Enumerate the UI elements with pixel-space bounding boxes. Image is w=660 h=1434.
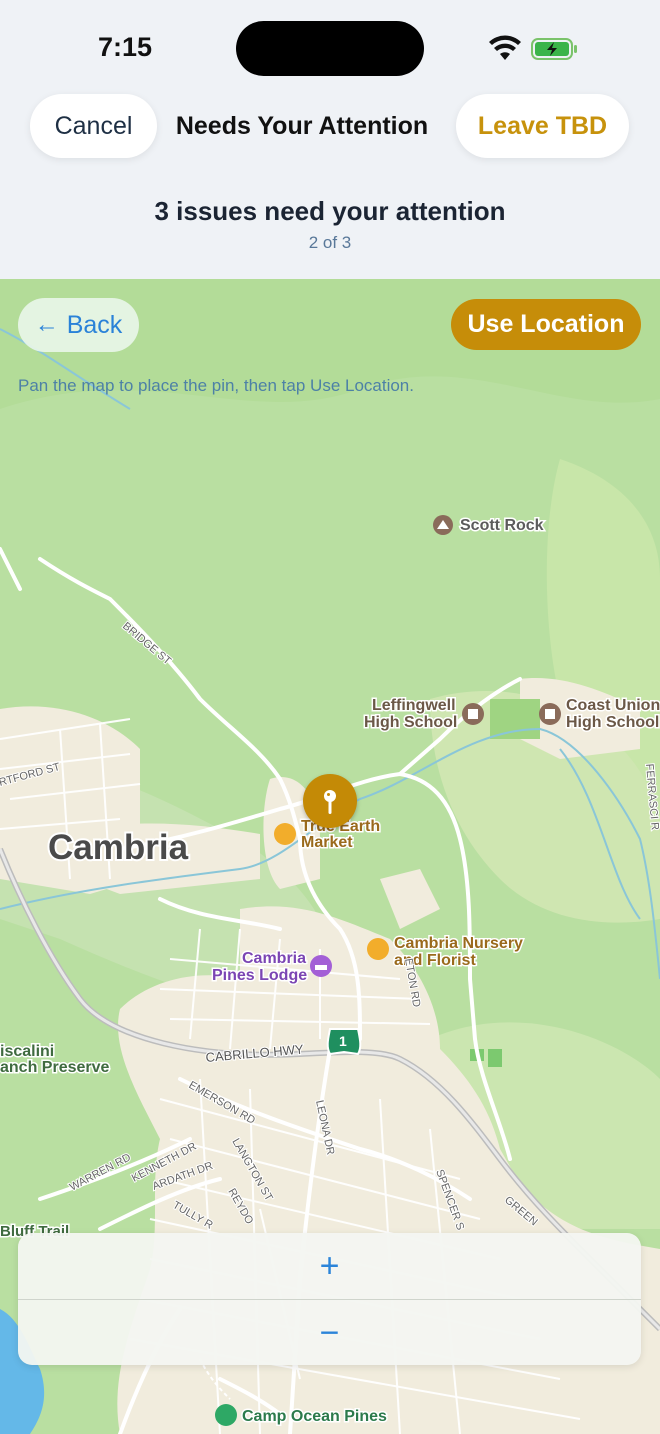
poi-label: Cambria Nursery [394,935,523,952]
status-time: 7:15 [98,32,153,62]
dynamic-island [236,21,424,76]
poi-label: High School [566,714,659,731]
issues-summary: 3 issues need your attention [154,196,506,226]
poi-label: Market [301,834,353,851]
navigation-bar: Cancel Needs Your Attention Leave TBD [0,90,660,165]
poi-label: Scott Rock [460,517,544,534]
back-label: Back [66,310,123,339]
school-icon-glyph [468,709,478,719]
town-label: Cambria [48,828,189,867]
zoom-controls: + − [18,1233,641,1365]
use-location-button[interactable]: Use Location [451,299,641,350]
street-label: BRIDGE ST [120,620,173,667]
poi-label: Leffingwell [372,697,456,714]
campground-icon [215,1404,237,1426]
zoom-in-button[interactable]: + [18,1233,641,1299]
poi-label: Coast Union [566,697,660,714]
leave-tbd-button[interactable]: Leave TBD [456,94,629,158]
urban-area [380,869,440,929]
cancel-button[interactable]: Cancel [30,94,157,158]
map-hint: Pan the map to place the pin, then tap U… [18,376,414,395]
poi-label: High School [364,714,457,731]
issue-counter: 2 of 3 [308,233,352,252]
street-label: WARREN RD [68,1151,133,1193]
back-button[interactable]: ← Back [18,298,139,352]
school-field [490,699,540,739]
poi-label: iscalini [0,1043,54,1060]
map-view[interactable]: Scott Rock Leffingwell High School Coast… [0,279,660,1434]
grocery-icon [274,823,296,845]
highway-number: 1 [339,1033,347,1049]
poi-label: anch Preserve [0,1059,110,1076]
issues-header: 3 issues need your attention 2 of 3 [0,196,660,253]
wifi-icon [489,35,521,60]
zoom-out-button[interactable]: − [18,1300,641,1366]
poi-label: Camp Ocean Pines [242,1408,387,1425]
poi-label: Pines Lodge [212,967,307,984]
arrow-left-icon: ← [34,311,59,338]
pin-icon [324,790,336,814]
lodging-icon-glyph [315,965,327,970]
park-patch [488,1049,502,1067]
store-icon [367,938,389,960]
battery-icon [531,38,577,60]
poi-label: Cambria [242,950,306,967]
school-icon-glyph [545,709,555,719]
status-bar: 7:15 [0,0,660,90]
location-pin-marker[interactable] [303,774,357,828]
page-title: Needs Your Attention [175,112,429,140]
